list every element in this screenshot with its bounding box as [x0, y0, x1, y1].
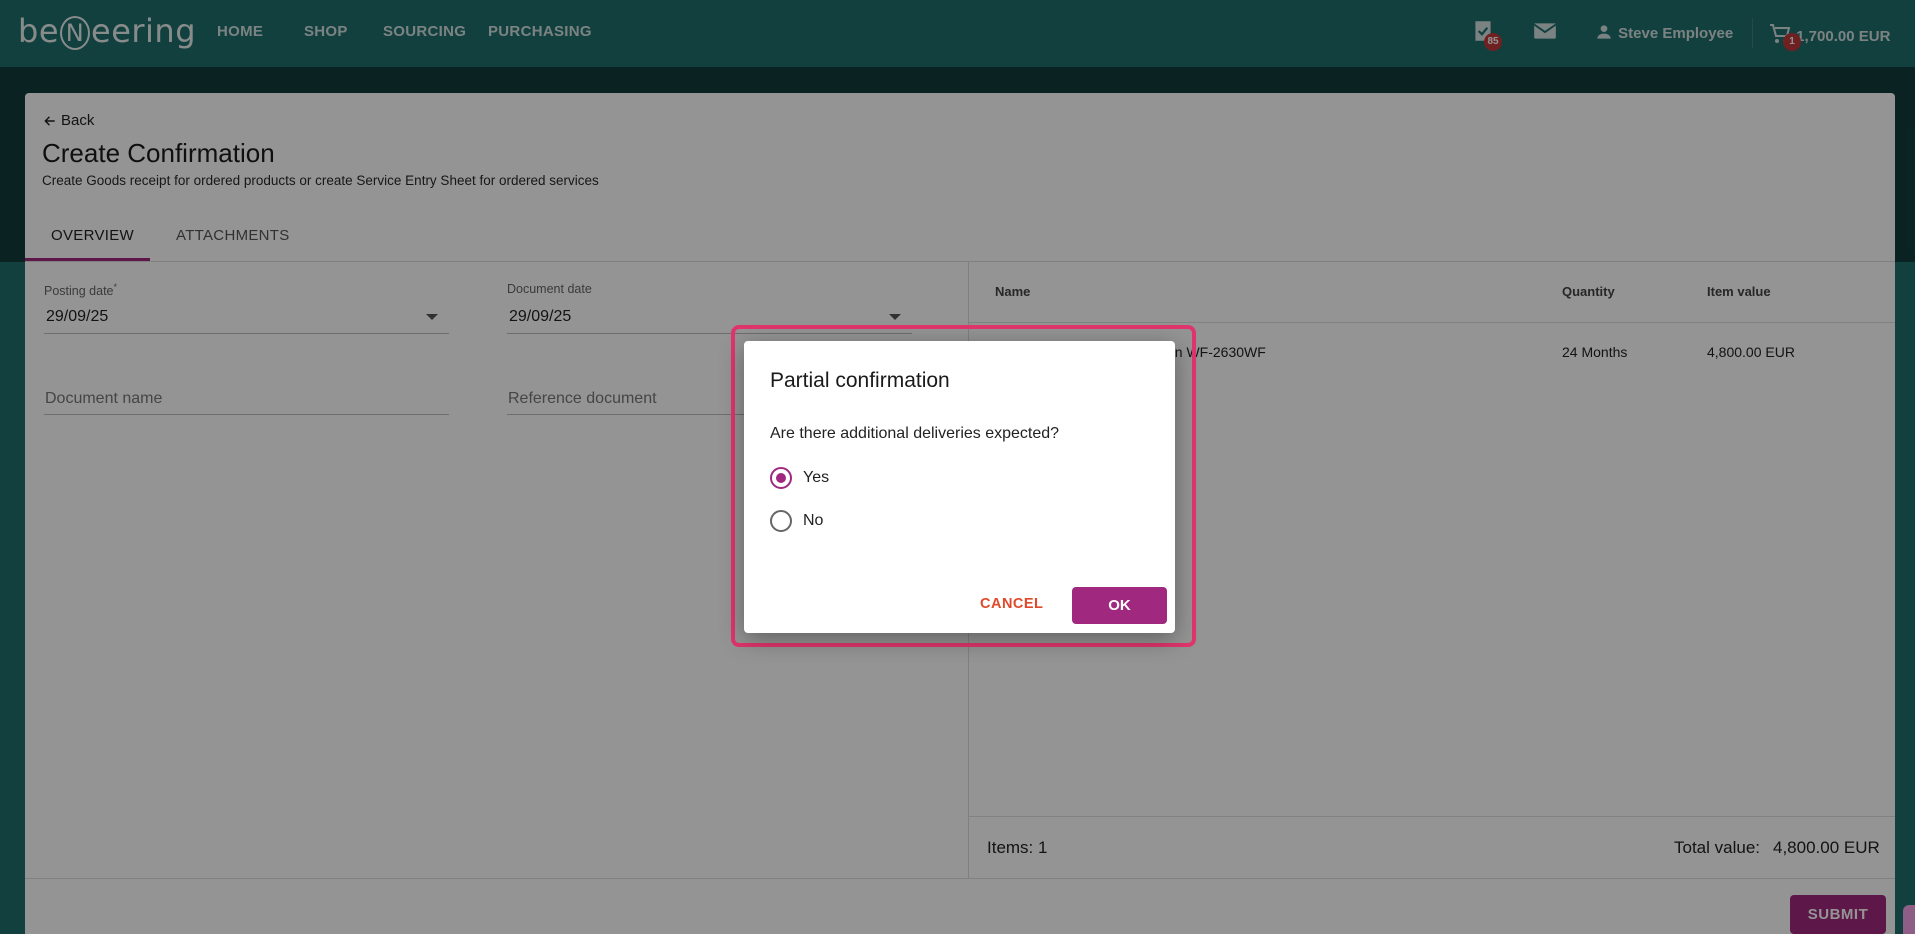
radio-yes-label: Yes [803, 469, 830, 486]
scrollbar-thumb[interactable] [1903, 905, 1915, 934]
radio-yes-checked-icon[interactable] [770, 467, 792, 489]
radio-option-yes[interactable]: Yes [770, 467, 829, 489]
radio-option-no[interactable]: No [770, 510, 823, 532]
dialog-title: Partial confirmation [770, 369, 950, 392]
ok-button[interactable]: OK [1072, 587, 1167, 624]
cancel-button[interactable]: CANCEL [980, 596, 1043, 612]
radio-no-label: No [803, 512, 824, 529]
dialog-question: Are there additional deliveries expected… [770, 425, 1060, 442]
radio-no-unchecked-icon[interactable] [770, 510, 792, 532]
partial-confirmation-dialog: Partial confirmation Are there additiona… [744, 341, 1175, 633]
